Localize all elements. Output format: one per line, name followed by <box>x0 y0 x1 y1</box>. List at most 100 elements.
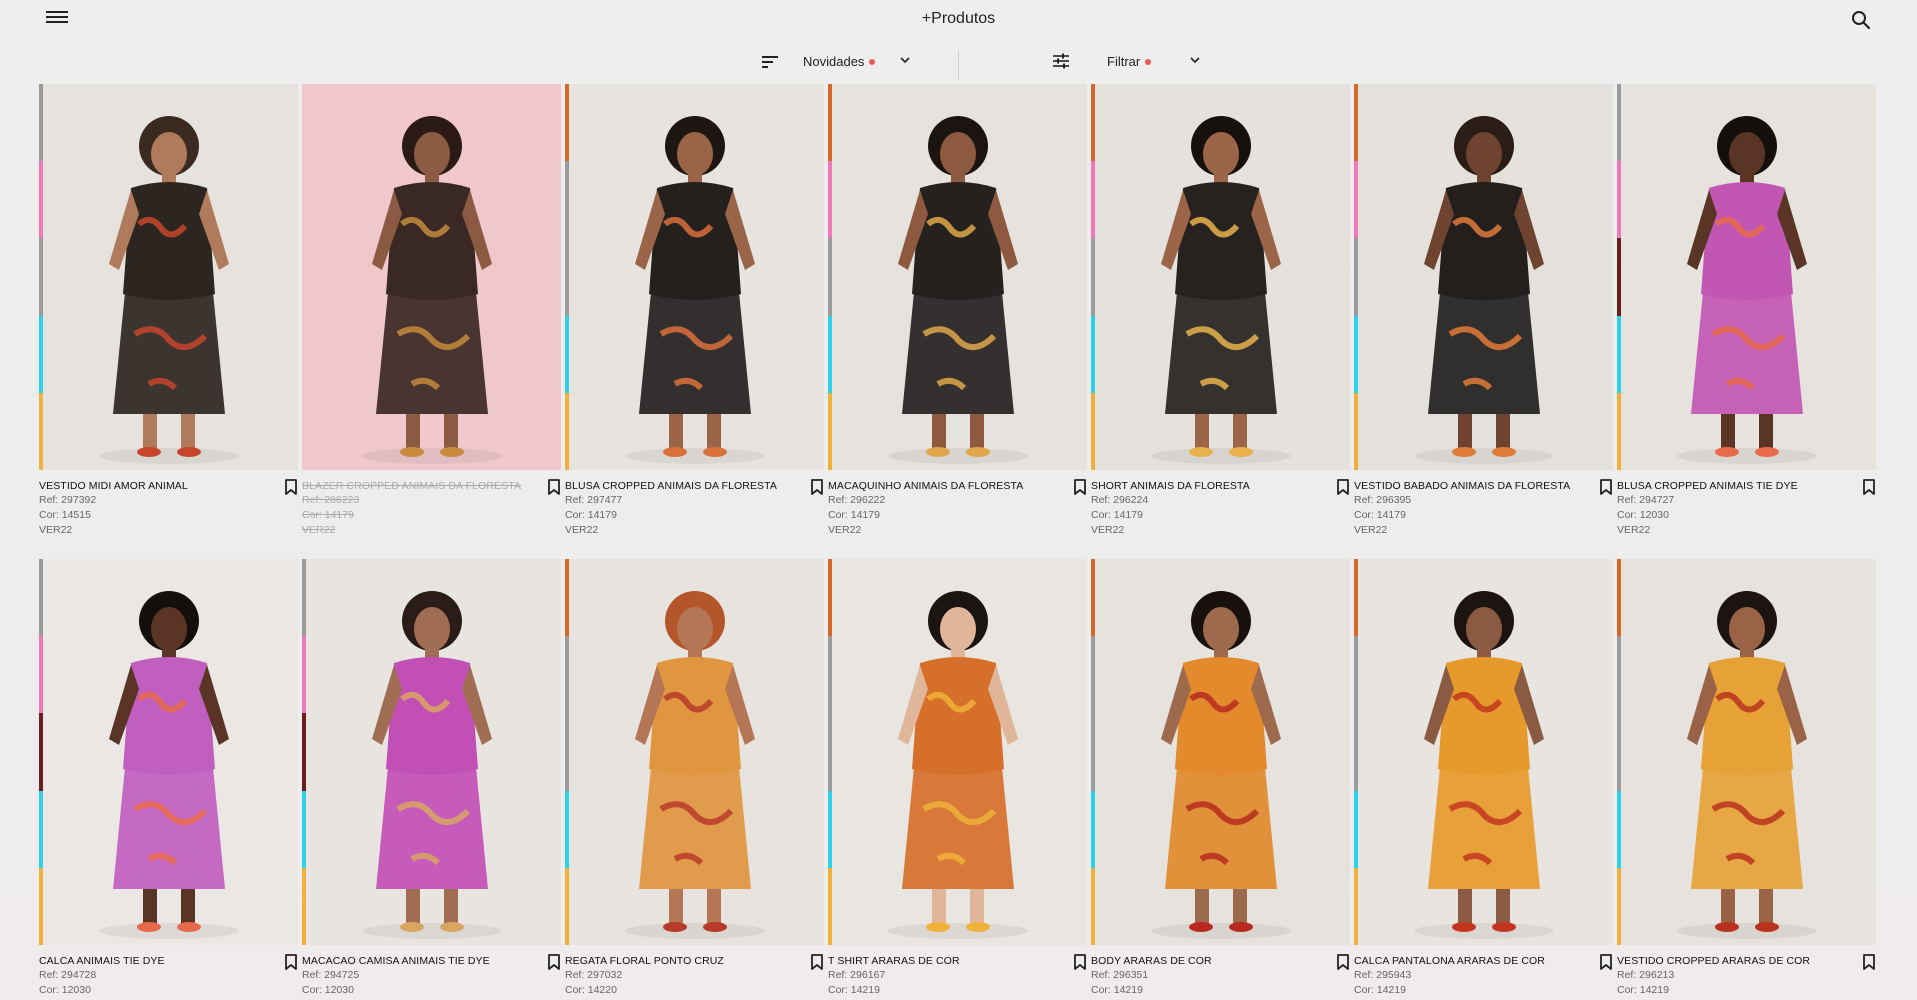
sort-icon[interactable] <box>760 54 780 70</box>
product-color-code: Cor: 14179 <box>302 509 354 521</box>
product-name[interactable]: BLAZER CROPPED ANIMAIS DA FLORESTA <box>302 479 527 493</box>
product-image[interactable] <box>1354 84 1613 470</box>
chevron-down-icon[interactable] <box>1188 53 1202 67</box>
bookmark-icon[interactable] <box>547 479 561 495</box>
color-accent-stripe <box>828 84 832 470</box>
product-image[interactable] <box>1091 559 1350 945</box>
product-caption: CALCA PANTALONA ARARAS DE COR Ref: 295943… <box>1354 954 1613 998</box>
filter-dropdown[interactable]: Filtrar <box>1107 54 1152 69</box>
product-ref: Ref: 294727 <box>1617 494 1675 506</box>
product-color-code: Cor: 12030 <box>1617 509 1669 521</box>
product-image[interactable] <box>565 84 824 470</box>
product-color-code: Cor: 14219 <box>828 984 880 996</box>
product-name[interactable]: VESTIDO BABADO ANIMAIS DA FLORESTA <box>1354 479 1579 493</box>
product-ref: Ref: 296351 <box>1091 969 1149 981</box>
bookmark-icon[interactable] <box>1336 954 1350 970</box>
product-caption: BLUSA CROPPED ANIMAIS DA FLORESTA Ref: 29… <box>565 479 824 538</box>
model-photo <box>1414 591 1554 939</box>
product-caption: BODY ARARAS DE COR Ref: 296351 Cor: 14219 <box>1091 954 1350 998</box>
product-caption: VESTIDO MIDI AMOR ANIMAL Ref: 297392 Cor: … <box>39 479 298 538</box>
product-image[interactable] <box>39 559 298 945</box>
bookmark-icon[interactable] <box>284 954 298 970</box>
product-name[interactable]: BLUSA CROPPED ANIMAIS TIE DYE <box>1617 479 1842 493</box>
bookmark-icon[interactable] <box>284 479 298 495</box>
product-ref: Ref: 296395 <box>1354 494 1412 506</box>
product-name[interactable]: MACACAO CAMISA ANIMAIS TIE DYE <box>302 954 527 968</box>
product-name[interactable]: BLUSA CROPPED ANIMAIS DA FLORESTA <box>565 479 790 493</box>
product-ref: Ref: 297392 <box>39 494 97 506</box>
product-collection: VER22 <box>1354 524 1388 536</box>
top-bar: +Produtos <box>0 0 1917 40</box>
product-color-code: Cor: 14179 <box>1354 509 1406 521</box>
model-photo <box>1151 116 1291 464</box>
product-name[interactable]: MACAQUINHO ANIMAIS DA FLORESTA <box>828 479 1053 493</box>
product-ref: Ref: 297477 <box>565 494 623 506</box>
product-ref: Ref: 296224 <box>1091 494 1149 506</box>
product-image[interactable] <box>1091 84 1350 470</box>
product-color-code: Cor: 14179 <box>828 509 880 521</box>
product-image[interactable] <box>1354 559 1613 945</box>
product-name[interactable]: SHORT ANIMAIS DA FLORESTA <box>1091 479 1316 493</box>
product-ref: Ref: 295943 <box>1354 969 1412 981</box>
bookmark-icon[interactable] <box>1073 954 1087 970</box>
product-color-code: Cor: 14220 <box>565 984 617 996</box>
product-name[interactable]: CALCA PANTALONA ARARAS DE COR <box>1354 954 1579 968</box>
model-photo <box>1414 116 1554 464</box>
color-accent-stripe <box>1354 559 1358 945</box>
product-caption: VESTIDO CROPPED ARARAS DE COR Ref: 296213… <box>1617 954 1876 998</box>
product-name[interactable]: BODY ARARAS DE COR <box>1091 954 1316 968</box>
bookmark-icon[interactable] <box>1862 479 1876 495</box>
sort-dropdown[interactable]: Novidades <box>803 54 876 69</box>
product-image[interactable] <box>302 84 561 470</box>
bookmark-icon[interactable] <box>1599 954 1613 970</box>
product-image[interactable] <box>39 84 298 470</box>
product-name[interactable]: T SHIRT ARARAS DE COR <box>828 954 1053 968</box>
model-photo <box>362 116 502 464</box>
bookmark-icon[interactable] <box>1336 479 1350 495</box>
active-indicator-dot <box>869 58 876 65</box>
product-image[interactable] <box>828 559 1087 945</box>
product-collection: VER22 <box>1091 524 1125 536</box>
product-name[interactable]: VESTIDO CROPPED ARARAS DE COR <box>1617 954 1842 968</box>
color-accent-stripe <box>39 84 43 470</box>
product-image[interactable] <box>828 84 1087 470</box>
product-image[interactable] <box>1617 84 1876 470</box>
product-caption: BLUSA CROPPED ANIMAIS TIE DYE Ref: 294727… <box>1617 479 1876 538</box>
product-name[interactable]: CALCA ANIMAIS TIE DYE <box>39 954 264 968</box>
model-photo <box>99 116 239 464</box>
color-accent-stripe <box>1617 84 1621 470</box>
product-image[interactable] <box>1617 559 1876 945</box>
bookmark-icon[interactable] <box>1599 479 1613 495</box>
product-caption: CALCA ANIMAIS TIE DYE Ref: 294728 Cor: 120… <box>39 954 298 998</box>
product-color-code: Cor: 14179 <box>1091 509 1143 521</box>
product-ref: Ref: 297032 <box>565 969 623 981</box>
bookmark-icon[interactable] <box>547 954 561 970</box>
search-icon[interactable] <box>1850 9 1872 31</box>
model-photo <box>1677 116 1817 464</box>
product-image[interactable] <box>302 559 561 945</box>
filter-sliders-icon[interactable] <box>1052 52 1070 70</box>
page-title: +Produtos <box>921 10 996 27</box>
product-caption: MACAQUINHO ANIMAIS DA FLORESTA Ref: 29622… <box>828 479 1087 538</box>
filter-label: Filtrar <box>1107 54 1141 69</box>
bookmark-icon[interactable] <box>810 479 824 495</box>
model-photo <box>1677 591 1817 939</box>
color-accent-stripe <box>302 559 306 945</box>
product-name[interactable]: REGATA FLORAL PONTO CRUZ <box>565 954 790 968</box>
color-accent-stripe <box>1091 559 1095 945</box>
product-image[interactable] <box>565 559 824 945</box>
product-ref: Ref: 294728 <box>39 969 97 981</box>
bookmark-icon[interactable] <box>810 954 824 970</box>
bookmark-icon[interactable] <box>1862 954 1876 970</box>
product-color-code: Cor: 14219 <box>1354 984 1406 996</box>
product-color-code: Cor: 14219 <box>1091 984 1143 996</box>
chevron-down-icon[interactable] <box>898 53 912 67</box>
product-ref: Ref: 296213 <box>1617 969 1675 981</box>
product-name[interactable]: VESTIDO MIDI AMOR ANIMAL <box>39 479 264 493</box>
color-accent-stripe <box>1617 559 1621 945</box>
product-caption: T SHIRT ARARAS DE COR Ref: 296167 Cor: 142… <box>828 954 1087 998</box>
model-photo <box>1151 591 1291 939</box>
color-accent-stripe <box>565 559 569 945</box>
bookmark-icon[interactable] <box>1073 479 1087 495</box>
product-ref: Ref: 286223 <box>302 494 360 506</box>
